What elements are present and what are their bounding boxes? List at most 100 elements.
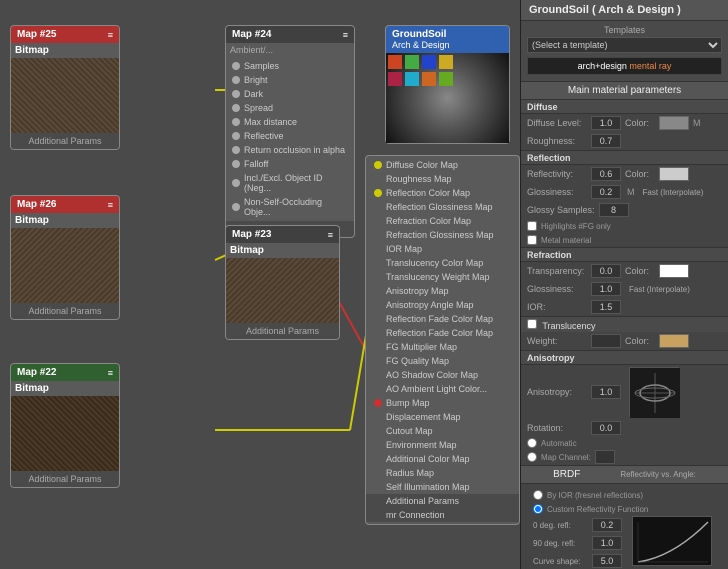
anisotropy-input[interactable] [591,385,621,399]
brdf-header: BRDF Reflectivity vs. Angle: [521,466,728,484]
node-map23-footer[interactable]: Additional Params [226,323,339,339]
dot-fg-quality [374,357,382,365]
brdf-label: BRDF [553,469,580,480]
dot-refraction-color [374,217,382,225]
list-item-incl: Incl./Excl. Object ID (Neg... [226,171,354,195]
node-map25-id: Map #25 [17,29,56,40]
node-map24-id: Map #24 [232,29,271,40]
node-map24-header: Map #24 ≡ [226,26,354,43]
dot-mr-connection [374,511,382,519]
node-map23-header: Map #23 ≡ [226,226,339,243]
translucency-color-swatch[interactable] [659,334,689,348]
glossy-samples-input[interactable] [599,203,629,217]
automatic-row: Automatic [521,437,728,449]
templates-area: Templates (Select a template) arch+desig… [521,21,728,82]
anisotropy-section-header: Anisotropy [521,350,728,365]
node-map25-footer[interactable]: Additional Params [11,133,119,149]
node-map24: Map #24 ≡ Ambient/... Samples Bright Dar… [225,25,355,238]
map-item-refraction-color: Refraction Color Map [366,214,519,228]
node-map22-thumbnail [11,396,119,471]
translucency-row: Weight: Color: [521,332,728,350]
map-channel-input[interactable] [595,450,615,464]
arch-design-logo: arch+design mental ray [527,57,722,75]
node-map26-footer[interactable]: Additional Params [11,303,119,319]
automatic-radio[interactable] [527,438,537,448]
node-map26-header: Map #26 ≡ [11,196,119,213]
reflection-color-swatch[interactable] [659,167,689,181]
node-menu-icon[interactable]: ≡ [108,30,113,40]
map-item-diffuse-color: Diffuse Color Map [366,158,519,172]
roughness-input[interactable] [591,134,621,148]
curve-input[interactable] [592,554,622,568]
translucency-section-header: Translucency [521,316,728,332]
map-item-displacement: Displacement Map [366,410,519,424]
map-channel-radio[interactable] [527,452,537,462]
ior-input[interactable] [591,300,621,314]
highlights-fg-row: Highlights #FG only [521,219,728,233]
map-item-refl-fade-color: Reflection Fade Color Map [366,312,519,326]
brdf-params: 0 deg. refl: 90 deg. refl: Curve shape: … [527,516,628,569]
list-item-nonselfoccl: Non-Self-Occluding Obje... [226,195,354,219]
mental-ray-text: mental ray [629,61,671,71]
translucency-checkbox[interactable] [527,319,537,329]
node-map26-thumbnail [11,228,119,303]
refraction-color-swatch[interactable] [659,264,689,278]
custom-row: Custom Reflectivity Function [527,502,722,516]
node-map22-footer[interactable]: Additional Params [11,471,119,487]
node-map25: Map #25 ≡ Bitmap Additional Params [10,25,120,150]
metal-checkbox[interactable] [527,235,537,245]
dot-reflection-color [374,189,382,197]
dot-diffuse-color [374,161,382,169]
node-groundsoil: GroundSoil Arch & Design [385,25,510,144]
reflectivity-angle-label: Reflectivity vs. Angle: [620,470,696,479]
map-item-ao-ambient: AO Ambient Light Color... [366,382,519,396]
glossiness-input[interactable] [591,185,621,199]
curve-row: Curve shape: [527,552,628,569]
diffuse-level-input[interactable] [591,116,621,130]
dot-self-illum [374,483,382,491]
transparency-input[interactable] [591,264,621,278]
translucency-weight-input[interactable] [591,334,621,348]
node-groundsoil-preview [386,53,509,143]
diffuse-m-label: M [693,118,701,128]
map-item-radius: Radius Map [366,466,519,480]
dot-anisotropy [374,287,382,295]
template-dropdown[interactable]: (Select a template) [527,37,722,53]
node-menu-icon2[interactable]: ≡ [108,200,113,210]
node-map23-subtitle: Bitmap [230,245,264,256]
node-map23-thumbnail [226,258,339,323]
dot-anisotropy-angle [374,301,382,309]
node-groundsoil-header: GroundSoil Arch & Design [386,26,509,53]
by-ior-row: By IOR (fresnel reflections) [527,488,722,502]
dot-environment [374,441,382,449]
node-map25-header: Map #25 ≡ [11,26,119,43]
map-item-additional-params[interactable]: Additional Params [366,494,519,508]
map-item-bump: Bump Map [366,396,519,410]
deg90-input[interactable] [592,536,622,550]
list-item-samples: Samples [226,59,354,73]
node-menu-icon3[interactable]: ≡ [108,368,113,378]
reflectivity-input[interactable] [591,167,621,181]
dot-refl-fade-color [374,315,382,323]
map-item-cutout: Cutout Map [366,424,519,438]
refr-glossiness-row: Glossiness: Fast (Interpolate) [521,280,728,298]
node-map24-subtitle: Ambient/... [230,45,273,55]
custom-radio[interactable] [533,504,543,514]
reflectivity-row: Reflectivity: Color: [521,165,728,183]
refr-glossiness-input[interactable] [591,282,621,296]
refr-fast-interp: Fast (Interpolate) [629,285,690,294]
node-editor[interactable]: Map #25 ≡ Bitmap Additional Params Map #… [0,0,520,569]
brdf-section: BRDF Reflectivity vs. Angle: By IOR (fre… [521,466,728,569]
map-item-fg-multiplier: FG Multiplier Map [366,340,519,354]
map-item-mr-connection[interactable]: mr Connection [366,508,519,522]
diffuse-color-swatch[interactable] [659,116,689,130]
rotation-input[interactable] [591,421,621,435]
highlights-fg-checkbox[interactable] [527,221,537,231]
brdf-chart [632,516,712,566]
node-menu-icon4[interactable]: ≡ [343,30,348,40]
by-ior-radio[interactable] [533,490,543,500]
deg0-input[interactable] [592,518,622,532]
dot-additional-params [374,497,382,505]
map-item-refraction-gloss: Refraction Glossiness Map [366,228,519,242]
node-menu-icon5[interactable]: ≡ [328,230,333,240]
